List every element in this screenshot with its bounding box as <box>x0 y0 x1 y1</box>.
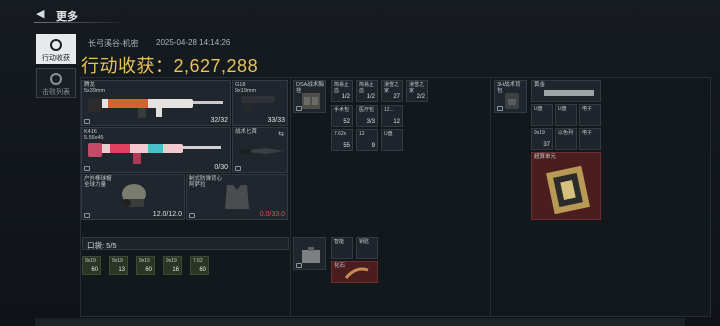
pack-item[interactable]: 电子 <box>579 128 601 150</box>
pistol-slot[interactable]: G18 9x19mm 33/33 <box>232 80 288 126</box>
rig-item[interactable]: 手术包 52 <box>331 105 353 127</box>
pocket-header: 口袋: 5/5 <box>82 237 289 250</box>
tab-label: 行动收获 <box>42 55 70 62</box>
rifle-icon <box>88 143 221 164</box>
pocket-item[interactable]: 9x19 13 <box>109 256 128 275</box>
ammo-count: 0/30 <box>214 164 228 171</box>
secure-case-slot[interactable] <box>293 237 326 270</box>
weapon-name: 战术匕首 <box>235 129 258 135</box>
fossil-icon <box>344 267 369 279</box>
divider <box>490 78 491 316</box>
vest-icon <box>225 185 249 209</box>
rig-item[interactable]: 简易止血 1/2 <box>331 80 353 102</box>
pistol-icon <box>241 96 275 112</box>
lock-icon <box>84 119 90 124</box>
lock-icon <box>84 166 90 171</box>
tab-kill-list[interactable]: 击败列表 <box>36 68 76 98</box>
bottom-strip <box>35 318 685 326</box>
pocket-item[interactable]: 9x19 16 <box>163 256 182 275</box>
pocket-item[interactable]: 7.62 60 <box>190 256 209 275</box>
lock-icon <box>296 106 302 111</box>
lock-icon <box>296 263 302 268</box>
skull-icon <box>50 73 62 85</box>
ammo-count: 33/33 <box>267 117 285 124</box>
lock-icon <box>235 166 241 171</box>
rig-icon <box>302 93 320 109</box>
ammo-count: 32/32 <box>210 117 228 124</box>
rig-item[interactable]: 12... 12 <box>381 105 403 127</box>
case-icon <box>302 247 320 263</box>
durability: 0.0/33.0 <box>259 211 285 218</box>
armor-slot[interactable]: 制式防弹背心 阿萨拉 0.0/33.0 <box>186 174 288 220</box>
pack-item[interactable]: U盘 <box>555 104 577 126</box>
durability: 12.0/12.0 <box>152 211 182 218</box>
earnings-label: 行动收获： <box>81 56 174 76</box>
tab-label: 击败列表 <box>42 89 70 96</box>
match-datetime: 2025-04-28 14:14:26 <box>156 38 231 47</box>
melee-slot[interactable]: 战术匕首 ⇆ <box>232 127 288 173</box>
tab-action-gains[interactable]: 行动收获 <box>36 34 76 64</box>
secondary-weapon-slot[interactable]: K416 5.56x45 0/30 <box>81 127 231 173</box>
earnings-value: 2,627,288 <box>173 56 259 76</box>
pack-item[interactable]: 9x19 37 <box>531 128 553 150</box>
rig-item[interactable]: 7.62x 55 <box>331 129 353 151</box>
chest-rig-slot[interactable]: DSA战术胸挂 <box>293 80 326 113</box>
backpack-long-item[interactable]: 黄金 <box>531 80 601 102</box>
pocket-item[interactable]: 9x19 60 <box>82 256 101 275</box>
lock-icon <box>84 213 90 218</box>
rail-icon <box>544 90 594 96</box>
case-item[interactable]: 化石 <box>331 261 378 283</box>
backpack-slot[interactable]: 3H战术背包 <box>494 80 527 113</box>
divider <box>290 78 291 316</box>
pocket-item[interactable]: 9x19 60 <box>136 256 155 275</box>
swap-icon[interactable]: ⇆ <box>278 130 284 138</box>
rig-item[interactable]: 滑雪之家 27 <box>381 80 403 102</box>
rig-item[interactable]: U盘 <box>381 129 403 151</box>
supercomputer-unit-item[interactable]: 超算单元 <box>531 152 601 220</box>
helmet-name: 户外棒球帽 全球力量 <box>84 176 112 188</box>
loot-icon <box>50 39 62 51</box>
case-item[interactable]: 智能 <box>331 237 353 259</box>
rig-item[interactable]: 简易止血 1/2 <box>356 80 378 102</box>
rifle-icon <box>88 98 223 118</box>
primary-weapon-slot[interactable]: 腾龙 5x39mm 32/32 <box>81 80 231 126</box>
rig-item[interactable]: 12 9 <box>356 129 378 151</box>
pocket-label: 口袋: 5/5 <box>87 241 117 250</box>
pack-item[interactable]: U盘 <box>531 104 553 126</box>
helmet-slot[interactable]: 户外棒球帽 全球力量 12.0/12.0 <box>81 174 185 220</box>
armor-name: 制式防弹背心 阿萨拉 <box>189 176 223 188</box>
header-underline <box>34 22 120 23</box>
pack-item[interactable]: 以色列 <box>555 128 577 150</box>
rig-item[interactable]: 滑雪之家 2/2 <box>406 80 428 102</box>
helmet-icon <box>122 184 146 207</box>
backpack-icon <box>505 93 519 109</box>
case-item[interactable]: 钥匙 <box>356 237 378 259</box>
lock-icon <box>497 106 503 111</box>
pack-item[interactable]: 电子 <box>579 104 601 126</box>
earnings: 行动收获：2,627,288 <box>81 52 258 78</box>
rig-item[interactable]: 医疗包 3/3 <box>356 105 378 127</box>
chip-icon <box>546 165 590 215</box>
knife-icon <box>239 148 283 154</box>
back-arrow-icon[interactable]: ◀ <box>36 8 48 20</box>
map-name: 长弓溪谷-机密 <box>88 39 139 48</box>
lock-icon <box>189 213 195 218</box>
